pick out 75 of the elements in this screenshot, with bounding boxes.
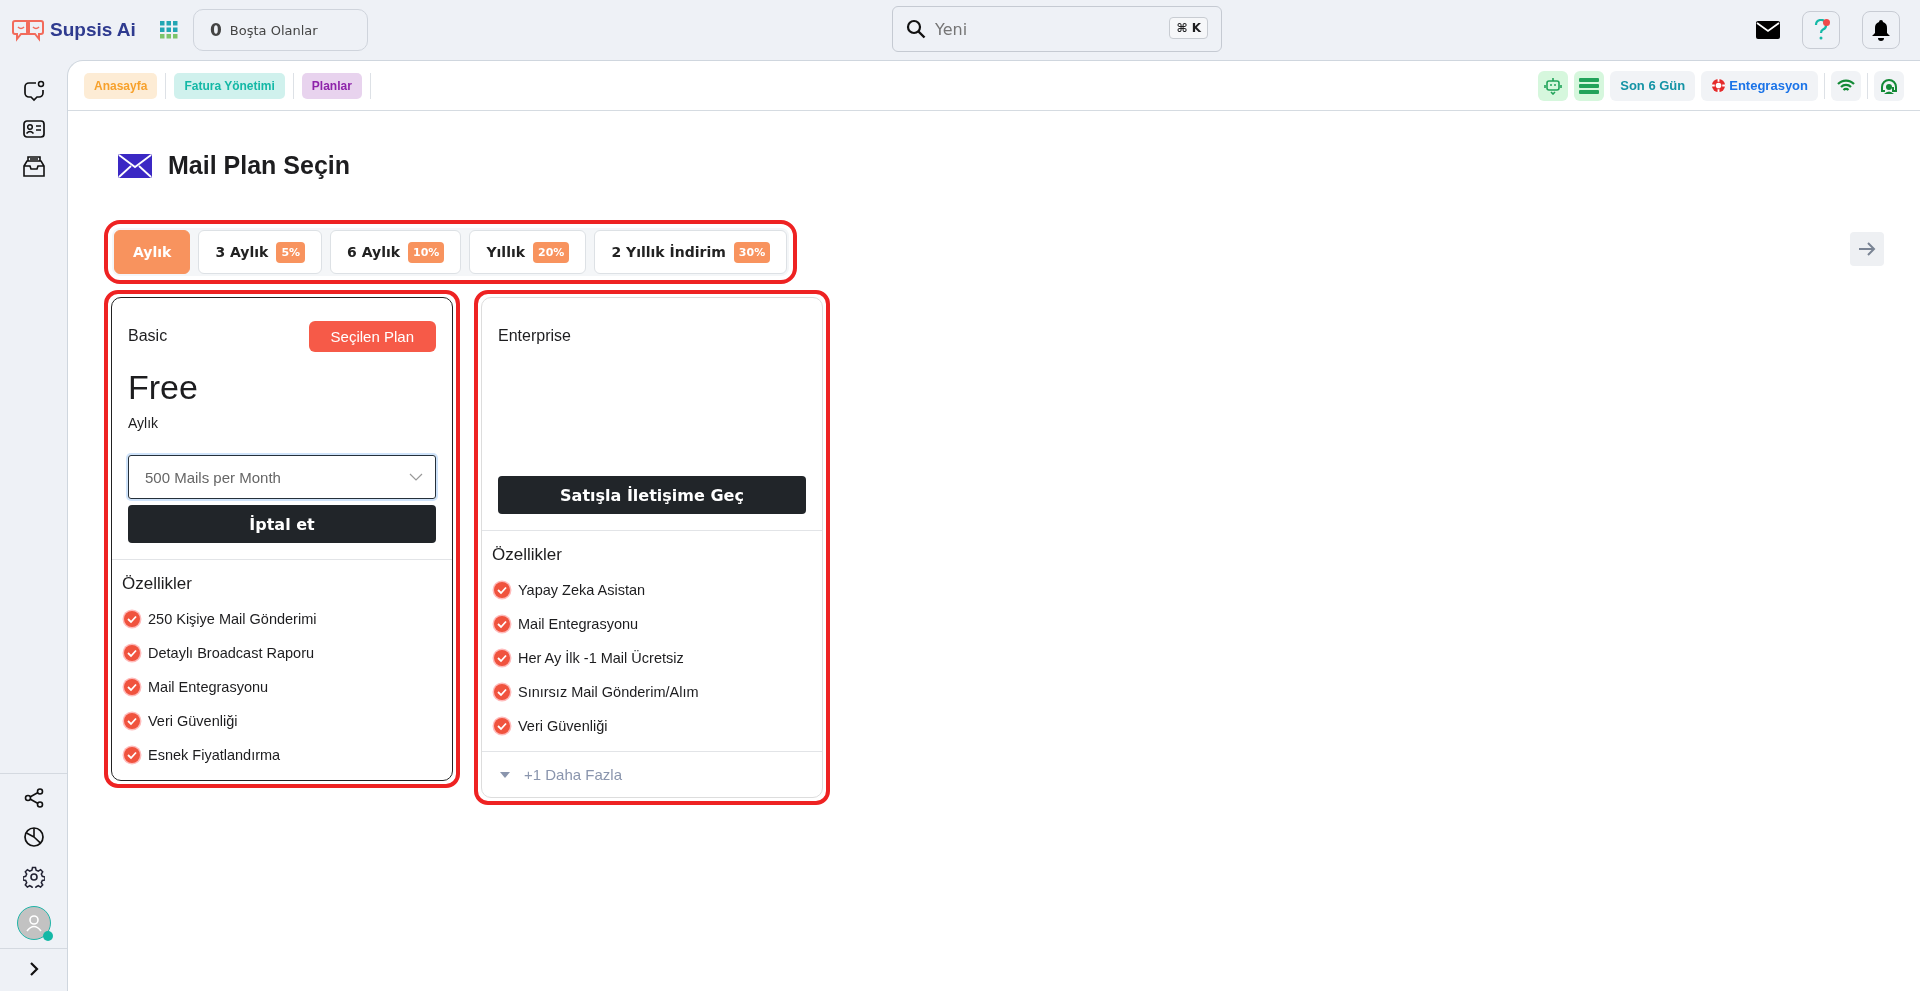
feature-text: Her Ay İlk -1 Mail Ücretsiz xyxy=(518,650,684,666)
wifi-icon xyxy=(1837,78,1855,93)
feature-text: Veri Güvenliği xyxy=(148,713,238,729)
feature-text: Mail Entegrasyonu xyxy=(518,616,639,632)
check-circle-icon xyxy=(492,716,512,736)
brand-name: Supsis Ai xyxy=(50,19,136,41)
features-heading: Özellikler xyxy=(122,574,193,594)
discount-badge: 10% xyxy=(408,241,445,263)
breadcrumb-link[interactable]: Planlar xyxy=(301,72,362,99)
wifi-button[interactable] xyxy=(1831,70,1861,101)
date-range-button[interactable]: Son 6 Gün xyxy=(1610,70,1696,101)
idle-counter[interactable]: 0 Boşta Olanlar xyxy=(193,9,368,51)
arrow-right-icon xyxy=(1858,241,1876,257)
check-circle-icon xyxy=(122,745,142,765)
settings-icon[interactable] xyxy=(22,866,45,888)
discount-badge: 20% xyxy=(533,241,570,263)
envelope-icon xyxy=(118,153,152,178)
show-more-link[interactable]: +1 Daha Fazla xyxy=(482,751,822,797)
chevron-down-icon xyxy=(409,473,423,481)
period-tab[interactable]: Yıllık 20% xyxy=(469,230,587,274)
help-button[interactable] xyxy=(1802,11,1840,49)
shortcut-key: ⌘ K xyxy=(1169,17,1208,39)
quota-dropdown[interactable]: 500 Mails per Month xyxy=(128,455,436,499)
share-icon[interactable] xyxy=(23,788,44,808)
feature-text: Detaylı Broadcast Raporu xyxy=(148,645,315,661)
chat-bubble-icon[interactable] xyxy=(22,80,45,102)
selected-plan-badge: Seçilen Plan xyxy=(308,320,436,352)
lifebuoy-icon xyxy=(1711,78,1727,93)
period-tab[interactable]: 6 Aylık 10% xyxy=(330,230,462,274)
next-button[interactable] xyxy=(1850,232,1884,266)
contact-card-icon[interactable] xyxy=(22,120,45,138)
pie-chart-icon[interactable] xyxy=(22,826,45,848)
plan-action-button[interactable]: İptal et xyxy=(128,505,436,543)
notifications-button[interactable] xyxy=(1862,11,1900,49)
check-circle-icon xyxy=(492,682,512,702)
period-tab[interactable]: 3 Aylık 5% xyxy=(198,230,323,274)
feature-text: Veri Güvenliği xyxy=(518,718,608,734)
integration-button[interactable]: Entegrasyon xyxy=(1701,70,1818,101)
question-mark-icon xyxy=(1814,19,1828,41)
check-circle-icon xyxy=(122,711,142,731)
feature-text: Sınırsız Mail Gönderim/Alım xyxy=(518,684,699,700)
check-circle-icon xyxy=(122,609,142,629)
feature-text: Mail Entegrasyonu xyxy=(148,679,269,695)
support-button[interactable] xyxy=(1874,70,1904,101)
robot-icon xyxy=(1544,76,1563,95)
discount-badge: 5% xyxy=(276,241,306,263)
feature-text: Yapay Zeka Asistan xyxy=(518,582,646,598)
plan-price: Free xyxy=(128,368,199,407)
mail-icon[interactable] xyxy=(1756,21,1780,39)
check-circle-icon xyxy=(122,643,142,663)
chat-bubbles-logo-icon xyxy=(12,18,46,42)
list-icon xyxy=(1579,77,1600,94)
feature-text: 250 Kişiye Mail Gönderimi xyxy=(148,611,317,627)
archive-drawer-icon[interactable] xyxy=(21,156,46,178)
chevron-right-icon[interactable] xyxy=(27,961,40,977)
discount-badge: 30% xyxy=(733,241,771,263)
bell-icon xyxy=(1871,19,1891,41)
page-title: Mail Plan Seçin xyxy=(168,151,350,180)
headset-person-icon xyxy=(1880,76,1898,95)
plan-name: Basic xyxy=(128,327,168,345)
feature-text: Esnek Fiyatlandırma xyxy=(148,747,281,763)
search-icon xyxy=(906,19,926,39)
check-circle-icon xyxy=(492,614,512,634)
list-button[interactable] xyxy=(1574,70,1605,101)
billing-period: Aylık xyxy=(128,415,160,431)
check-circle-icon xyxy=(122,677,142,697)
caret-down-icon xyxy=(500,771,510,778)
plan-action-button[interactable]: Satışla İletişime Geç xyxy=(498,476,806,514)
plan-name: Enterprise xyxy=(498,327,571,345)
robot-button[interactable] xyxy=(1538,70,1569,101)
features-heading: Özellikler xyxy=(492,545,563,565)
check-circle-icon xyxy=(492,580,512,600)
check-circle-icon xyxy=(492,648,512,668)
apps-grid-icon[interactable] xyxy=(159,21,178,39)
period-tab[interactable]: 2 Yıllık İndirim 30% xyxy=(594,230,788,274)
